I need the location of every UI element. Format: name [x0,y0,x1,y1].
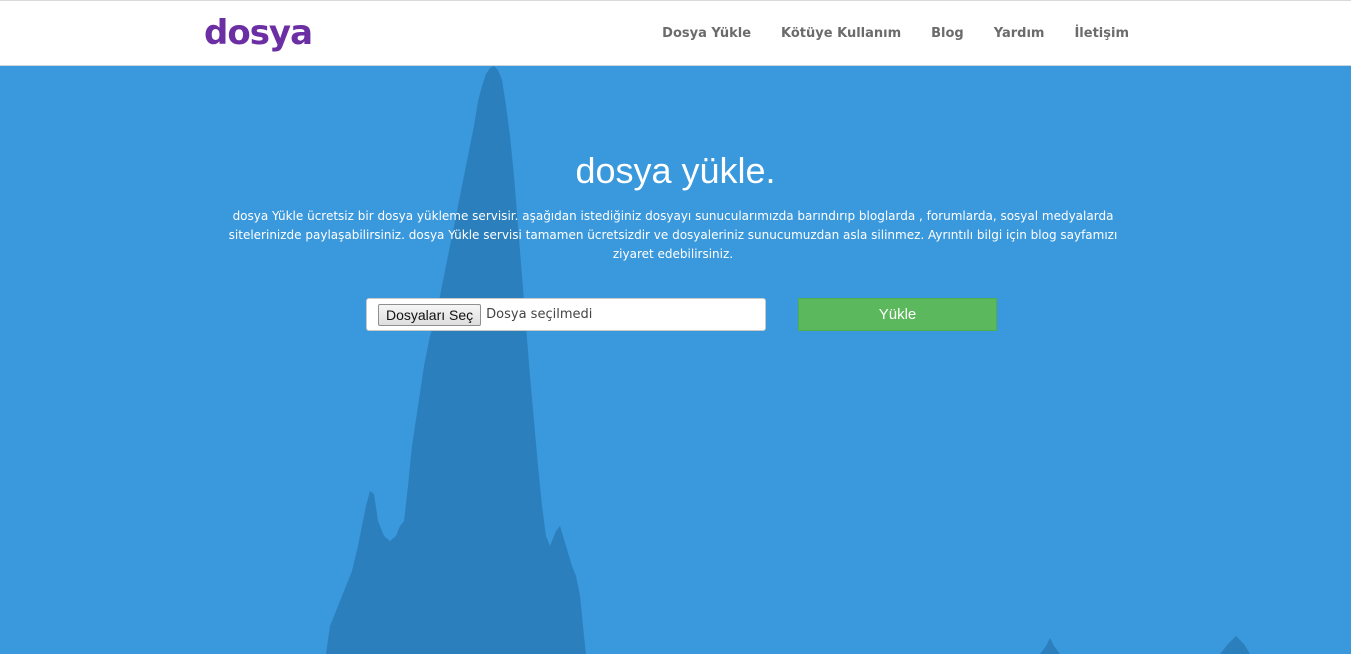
main-nav: Dosya Yükle Kötüye Kullanım Blog Yardım … [632,1,1129,65]
hero-description: dosya Yükle ücretsiz bir dosya yükleme s… [228,209,1118,261]
site-header: dosya Dosya Yükle Kötüye Kullanım Blog Y… [0,0,1351,66]
nav-yardim[interactable]: Yardım [994,26,1045,41]
upload-button[interactable]: Yükle [798,298,997,331]
choose-files-button[interactable]: Dosyaları Seç [378,303,482,326]
logo-text: dosya [204,13,313,53]
hero-title: dosya yükle. [575,150,776,191]
hero-section: dosya yükle. dosya Yükle ücretsiz bir do… [0,66,1351,654]
file-input[interactable]: Dosyaları Seç Dosya seçilmedi [366,298,766,331]
nav-blog[interactable]: Blog [931,26,964,41]
file-status-text: Dosya seçilmedi [486,307,593,322]
nav-iletisim[interactable]: İletişim [1074,26,1129,41]
site-logo[interactable]: dosya [204,11,313,55]
nav-dosya-yukle[interactable]: Dosya Yükle [662,26,751,41]
nav-kotuye-kullanim[interactable]: Kötüye Kullanım [781,26,901,41]
